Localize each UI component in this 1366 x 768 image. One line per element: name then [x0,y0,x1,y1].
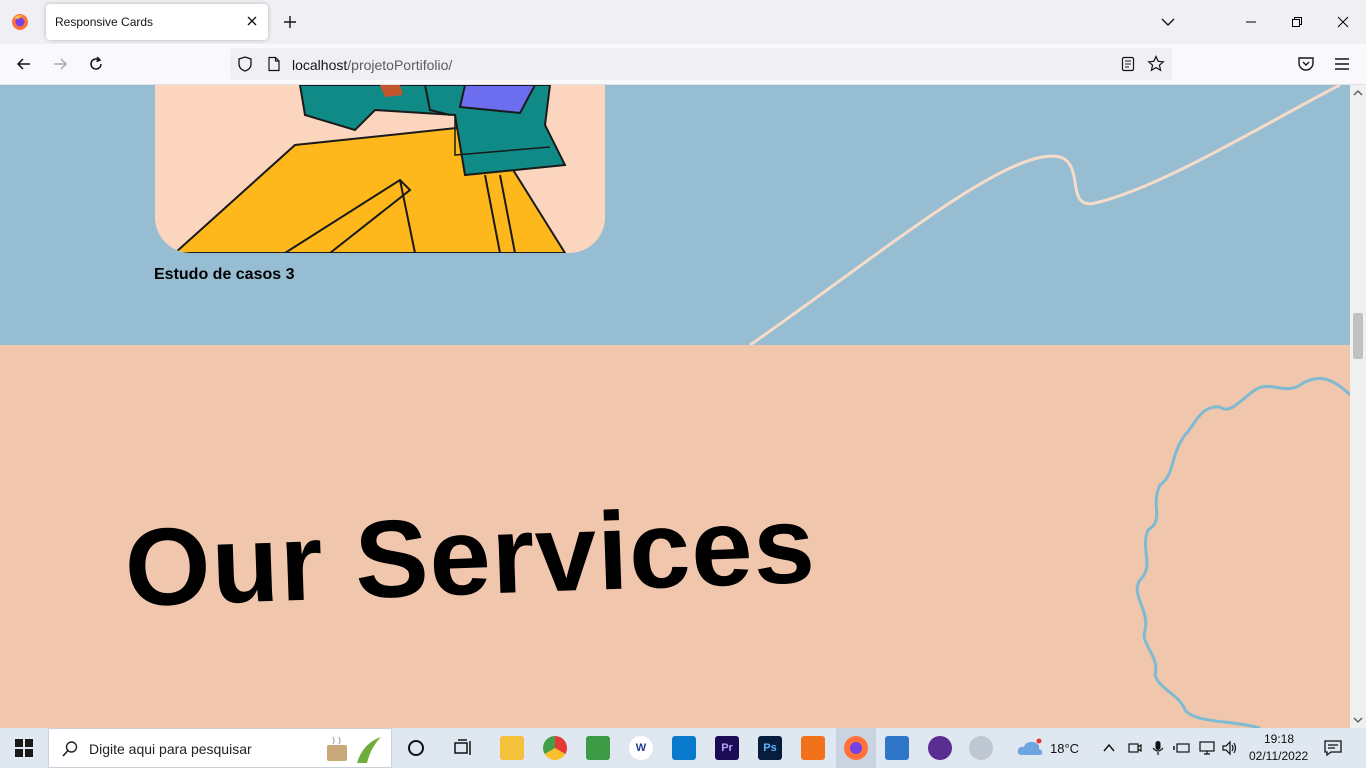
clock-time[interactable]: 19:18 [1264,732,1294,746]
photos-icon[interactable] [885,736,909,760]
start-button[interactable] [0,728,48,768]
minimize-icon [1246,21,1256,23]
bookmark-star-icon[interactable] [1147,55,1165,73]
network-icon[interactable] [1198,740,1216,756]
scrollbar-thumb[interactable] [1353,313,1363,359]
taskbar-search-box[interactable]: Digite aqui para pesquisar [48,728,392,768]
firefox-menu-icon[interactable] [10,12,30,32]
task-view-icon[interactable] [452,737,474,759]
page-info-icon[interactable] [266,56,282,72]
meet-now-icon[interactable] [1127,740,1143,756]
tab-responsive-cards[interactable]: Responsive Cards [46,4,268,40]
card-caption: Estudo de casos 3 [154,266,295,283]
vscode-icon[interactable] [672,736,696,760]
clock-date[interactable]: 02/11/2022 [1249,749,1308,763]
shield-icon[interactable] [236,55,254,73]
windows-logo-icon [15,739,33,757]
case-study-section: Estudo de casos 3 [0,85,1350,345]
paint-icon[interactable] [969,736,993,760]
url-text[interactable]: localhost/projetoPortifolio/ [292,57,452,73]
new-tab-icon[interactable] [280,12,300,32]
photoshop-icon[interactable]: Ps [758,736,782,760]
pocket-icon[interactable] [1296,54,1316,74]
weather-temperature: 18°C [1050,741,1080,756]
page-viewport: Estudo de casos 3 Our Services [0,85,1350,728]
word-app-icon[interactable]: W [629,736,653,760]
close-tab-icon[interactable] [244,13,260,29]
firefox-taskbar-icon[interactable] [844,736,868,760]
back-arrow-icon[interactable] [14,54,34,74]
services-heading: Our Services [122,482,818,630]
github-desktop-icon[interactable] [928,736,952,760]
forward-arrow-icon[interactable] [50,54,70,74]
reader-view-icon[interactable] [1120,56,1136,72]
volume-icon[interactable] [1221,740,1239,756]
tab-title: Responsive Cards [55,15,154,29]
scroll-down-icon[interactable] [1352,714,1364,726]
windows-taskbar: Digite aqui para pesquisar W Pr Ps 18°C [0,728,1366,768]
close-icon [1337,16,1349,28]
restore-button[interactable] [1274,0,1320,44]
restore-icon [1292,17,1302,27]
scroll-up-icon[interactable] [1352,87,1364,99]
search-icon [62,741,78,757]
chevron-down-icon[interactable] [1158,12,1178,32]
case-study-card-image[interactable] [155,85,605,253]
url-host: localhost [292,57,348,73]
microphone-icon[interactable] [1150,740,1166,756]
close-window-button[interactable] [1320,0,1366,44]
spreadsheet-app-icon[interactable] [586,736,610,760]
vertical-scrollbar[interactable] [1350,85,1366,728]
reload-icon[interactable] [86,54,106,74]
file-explorer-icon[interactable] [500,736,524,760]
chrome-icon[interactable] [543,736,567,760]
xampp-icon[interactable] [801,736,825,760]
hamburger-menu-icon[interactable] [1332,54,1352,74]
search-highlight-image [327,736,381,763]
url-path: /projetoPortifolio/ [347,57,453,73]
address-bar[interactable]: localhost/projetoPortifolio/ [230,48,1172,80]
tab-strip: Responsive Cards [0,0,1366,44]
search-placeholder: Digite aqui para pesquisar [89,741,252,757]
battery-icon[interactable] [1173,740,1191,756]
notifications-icon[interactable] [1323,738,1343,758]
minimize-button[interactable] [1228,0,1274,44]
navigation-toolbar: localhost/projetoPortifolio/ [0,44,1366,85]
cortana-icon[interactable] [405,737,427,759]
weather-cloud-icon[interactable] [1016,738,1044,758]
premiere-icon[interactable]: Pr [715,736,739,760]
chevron-up-icon[interactable] [1102,741,1116,755]
illustration-image [155,85,605,253]
